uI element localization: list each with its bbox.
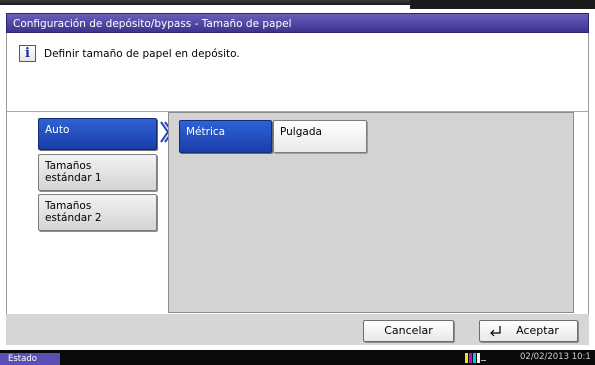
sidebar-item-standard-sizes-1[interactable]: Tamaños estándar 1 [38, 154, 157, 191]
unit-option-label: Pulgada [280, 126, 322, 138]
accept-button-label: Aceptar [516, 324, 559, 337]
unit-option-inch[interactable]: Pulgada [273, 120, 367, 153]
status-datetime: 02/02/2013 10:1 [520, 352, 591, 362]
unit-option-metric[interactable]: Métrica [179, 120, 272, 153]
sidebar-item-auto[interactable]: Auto [38, 118, 157, 150]
main-panel: Auto Tamaños estándar 1 Tamaños estándar… [7, 112, 588, 326]
top-frame [0, 0, 595, 13]
sidebar-item-label-line1: Tamaños [45, 160, 92, 172]
enter-icon [490, 326, 501, 337]
message-text: Definir tamaño de papel en depósito. [44, 48, 240, 60]
sidebar-item-standard-sizes-2[interactable]: Tamaños estándar 2 [38, 194, 157, 231]
toner-level-icon [465, 353, 486, 363]
message-area: i Definir tamaño de papel en depósito. [7, 33, 588, 112]
content-panel: i Definir tamaño de papel en depósito. A… [6, 33, 589, 345]
unit-option-label: Métrica [186, 126, 226, 138]
status-button[interactable]: Estado [0, 353, 60, 365]
window-title: Configuración de depósito/bypass - Tamañ… [6, 13, 589, 33]
sidebar-item-label-line1: Tamaños [45, 200, 92, 212]
sidebar-item-label: Tamaños estándar 2 [45, 200, 102, 224]
info-icon: i [19, 45, 36, 62]
top-frame-notch [410, 0, 595, 9]
sidebar-item-label-line2: estándar 1 [45, 172, 102, 184]
cancel-button[interactable]: Cancelar [363, 320, 454, 342]
sidebar-item-label: Tamaños estándar 1 [45, 160, 102, 184]
cancel-button-label: Cancelar [384, 324, 433, 337]
action-bar: Cancelar Aceptar [6, 314, 589, 345]
sidebar-item-label-line2: estándar 2 [45, 212, 102, 224]
status-bar: Estado 02/02/2013 10:1 [0, 350, 595, 365]
accept-button[interactable]: Aceptar [479, 320, 578, 342]
options-area: Métrica Pulgada [168, 112, 574, 313]
sidebar-item-label: Auto [45, 124, 70, 136]
